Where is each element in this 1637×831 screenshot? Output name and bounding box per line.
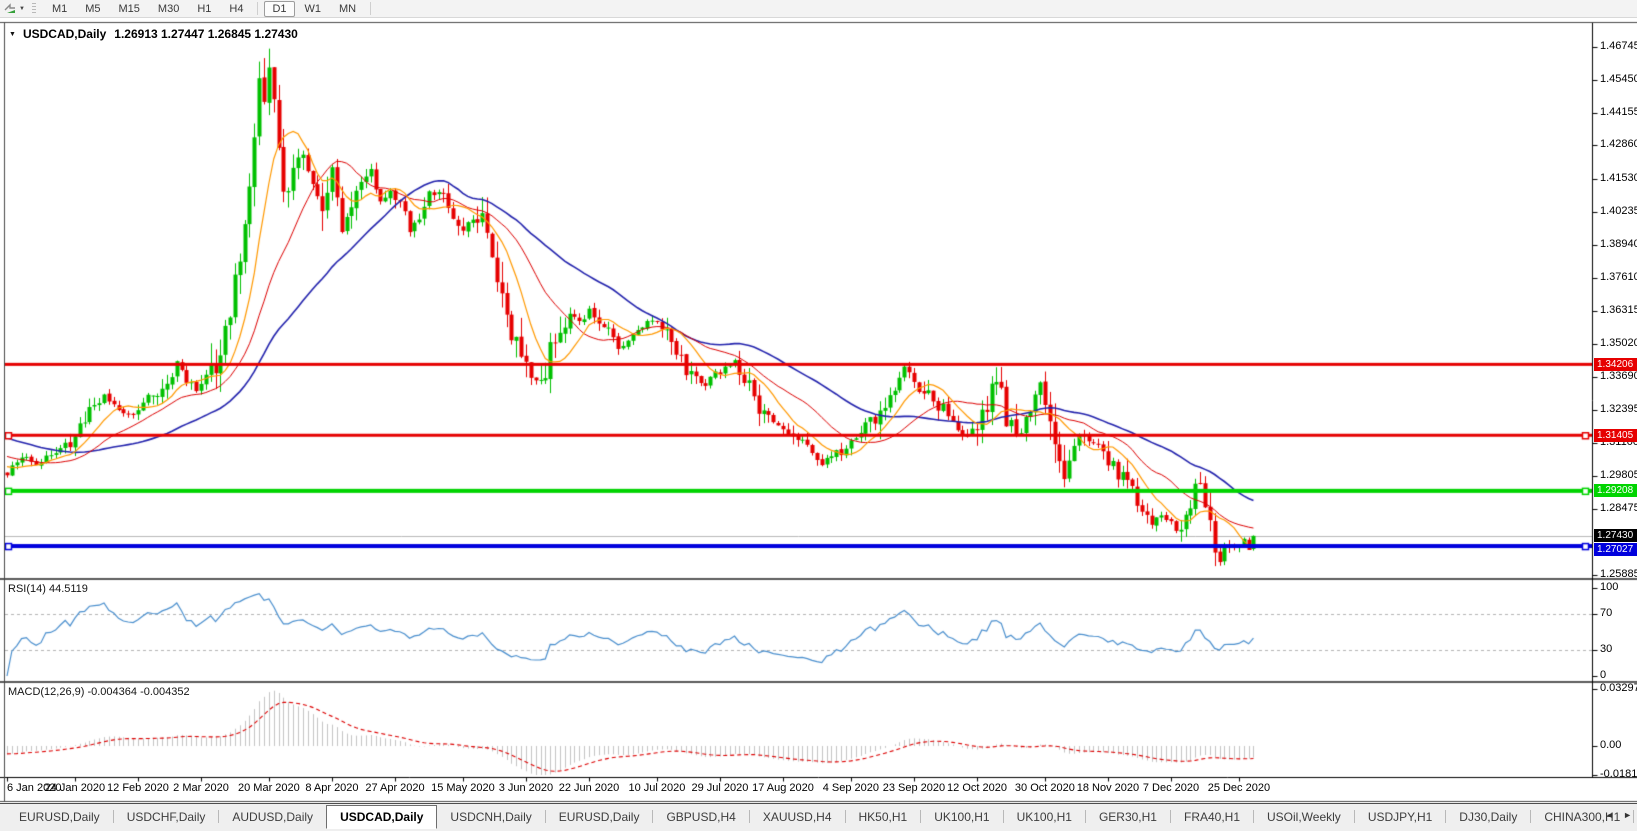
tab-fra40-h1[interactable]: FRA40,H1 (1171, 807, 1253, 828)
tab-dj30-daily[interactable]: DJ30,Daily (1446, 807, 1530, 828)
tab-xauusd-h4[interactable]: XAUUSD,H4 (750, 807, 845, 828)
tab-uk100-h1[interactable]: UK100,H1 (921, 807, 1002, 828)
tool-dropdown-caret-icon[interactable]: ▼ (19, 6, 25, 12)
tab-scroll-right-icon[interactable]: ► (1623, 810, 1632, 820)
tab-usoil-weekly[interactable]: USOil,Weekly (1254, 807, 1354, 828)
timeframe-m5-button[interactable]: M5 (77, 1, 108, 17)
tab-ger30-h1[interactable]: GER30,H1 (1086, 807, 1170, 828)
tab-usdjpy-h1[interactable]: USDJPY,H1 (1355, 807, 1445, 828)
chart-title-dropdown-icon[interactable]: ▼ (9, 31, 16, 38)
tab-uk100-h1[interactable]: UK100,H1 (1004, 807, 1085, 828)
timeframe-w1-button[interactable]: W1 (297, 1, 330, 17)
chart-tool-icon[interactable] (2, 2, 18, 16)
tab-eurusd-daily[interactable]: EURUSD,Daily (546, 807, 653, 828)
tab-gbpusd-h4[interactable]: GBPUSD,H4 (653, 807, 748, 828)
chart-tab-bar: EURUSD,DailyUSDCHF,DailyAUDUSD,DailyUSDC… (0, 803, 1637, 831)
chart-tool-icon-glyph (4, 2, 17, 15)
toolbar-divider (370, 2, 371, 15)
tab-hk50-h1[interactable]: HK50,H1 (846, 807, 921, 828)
timeframe-m1-button[interactable]: M1 (44, 1, 75, 17)
toolbar-divider (257, 2, 258, 15)
chart-ohlc-values: 1.26913 1.27447 1.26845 1.27430 (114, 27, 298, 41)
tab-usdchf-daily[interactable]: USDCHF,Daily (114, 807, 219, 828)
tab-audusd-daily[interactable]: AUDUSD,Daily (219, 807, 326, 828)
timeframe-m30-button[interactable]: M30 (150, 1, 187, 17)
tab-eurusd-daily[interactable]: EURUSD,Daily (6, 807, 113, 828)
chart-title: ▼ USDCAD,Daily 1.26913 1.27447 1.26845 1… (9, 27, 298, 41)
toolbar-grip-handle[interactable] (32, 3, 36, 15)
timeframe-d1-button[interactable]: D1 (264, 1, 294, 17)
timeframe-m15-button[interactable]: M15 (111, 1, 148, 17)
tab-scroll-left-icon[interactable]: ◄ (1605, 810, 1614, 820)
chart-symbol-label: USDCAD,Daily (23, 27, 106, 41)
timeframe-toolbar: M1M5M15M30H1H4 D1W1MN (43, 1, 376, 17)
price-chart-canvas[interactable] (0, 0, 1637, 831)
timeframe-mn-button[interactable]: MN (331, 1, 364, 17)
tab-scroll-arrows: ◄ ► (1605, 810, 1632, 820)
toolbar: ▼ M1M5M15M30H1H4 D1W1MN (0, 0, 1637, 18)
tab-usdcad-daily[interactable]: USDCAD,Daily (326, 805, 437, 829)
tab-usdcnh-daily[interactable]: USDCNH,Daily (437, 807, 544, 828)
timeframe-h1-button[interactable]: H1 (189, 1, 219, 17)
timeframe-h4-button[interactable]: H4 (221, 1, 251, 17)
